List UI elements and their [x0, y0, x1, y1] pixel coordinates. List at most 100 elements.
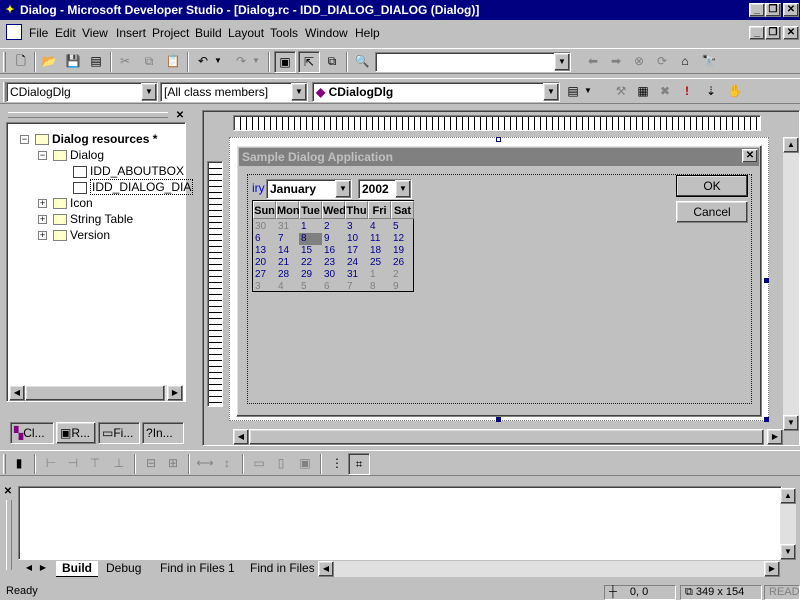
calendar-day[interactable]: 9 [322, 233, 345, 245]
tree-root[interactable]: Dialog resources * [35, 131, 157, 147]
wizard-action-icon[interactable]: ▤ [562, 81, 584, 103]
menu-help[interactable]: Help [355, 26, 380, 40]
find-in-files-icon[interactable]: 🔍 [351, 51, 373, 73]
center-horizontal-icon[interactable]: ⊞ [162, 453, 184, 475]
cancel-button[interactable]: Cancel [676, 201, 748, 223]
find-combo-dropdown-icon[interactable]: ▼ [554, 53, 570, 71]
maximize-button[interactable]: ❐ [765, 3, 781, 17]
month-combo[interactable]: January ▼ [266, 179, 352, 199]
tab-infoview[interactable]: ?In... [142, 422, 184, 444]
new-text-file-icon[interactable]: 🗋 [10, 51, 32, 73]
back-arrow-icon[interactable]: ⬅ [582, 51, 604, 73]
output-close-icon[interactable]: ✕ [2, 486, 14, 498]
calendar-day[interactable]: 6 [322, 281, 345, 293]
window-list-icon[interactable]: ⧉ [321, 51, 343, 73]
class-combo[interactable]: CDialogDlg ▼ [6, 82, 158, 102]
workspace-close-icon[interactable]: ✕ [174, 110, 186, 122]
align-left-icon[interactable]: ⊢ [40, 453, 62, 475]
redo-icon[interactable]: ↷ [230, 51, 252, 73]
undo-icon[interactable]: ↶ [192, 51, 214, 73]
calendar-day[interactable]: 12 [391, 233, 414, 245]
execute-icon[interactable]: ! [676, 81, 698, 103]
workspace-grip[interactable] [8, 112, 168, 118]
calendar-day[interactable]: 4 [276, 281, 299, 293]
calendar-day[interactable]: 8 [368, 281, 391, 293]
test-dialog-icon[interactable]: ▮ [8, 453, 30, 475]
stop-build-icon[interactable]: ✖ [654, 81, 676, 103]
document-icon[interactable] [6, 24, 22, 40]
menu-tools[interactable]: Tools [270, 26, 298, 40]
scroll-down-icon[interactable]: ▼ [783, 415, 799, 431]
calendar-day[interactable]: 8 [299, 233, 322, 245]
hand-icon[interactable]: ✋ [724, 81, 746, 103]
tab-build[interactable]: Build [56, 561, 98, 577]
tab-fileview[interactable]: ▭Fi... [98, 422, 140, 444]
calendar-day[interactable]: 1 [299, 221, 322, 233]
expand-icon[interactable]: + [38, 231, 47, 240]
menu-edit[interactable]: Edit [55, 26, 76, 40]
toolbar-grip[interactable] [3, 454, 6, 474]
doc-restore-button[interactable]: ❐ [765, 26, 781, 40]
calendar-day[interactable]: 13 [253, 245, 276, 257]
scroll-up-icon[interactable]: ▲ [783, 137, 799, 153]
tree-node-string-table[interactable]: String Table [53, 211, 133, 227]
doc-close-button[interactable]: ✕ [783, 26, 799, 40]
space-across-icon[interactable]: ⟷ [194, 453, 216, 475]
class-combo-dropdown-icon[interactable]: ▼ [141, 83, 157, 101]
workspace-toggle-icon[interactable]: ▣ [274, 51, 296, 73]
scroll-left-icon[interactable]: ◀ [9, 385, 25, 401]
search-web-icon[interactable]: 🔭 [698, 51, 720, 73]
scroll-up-icon[interactable]: ▲ [780, 488, 796, 504]
scroll-down-icon[interactable]: ▼ [780, 544, 796, 560]
expand-icon[interactable]: + [38, 199, 47, 208]
scroll-right-icon[interactable]: ▶ [764, 561, 780, 577]
tree-node-icon[interactable]: Icon [53, 195, 93, 211]
collapse-icon[interactable]: − [38, 151, 47, 160]
menu-build[interactable]: Build [195, 26, 222, 40]
calendar-day[interactable]: 4 [368, 221, 391, 233]
calendar-day[interactable]: 18 [368, 245, 391, 257]
align-top-icon[interactable]: ⊤ [84, 453, 106, 475]
minimize-button[interactable]: _ [749, 3, 765, 17]
cut-icon[interactable]: ✂ [114, 51, 136, 73]
menu-insert[interactable]: Insert [116, 26, 146, 40]
dialog-close-button[interactable]: ✕ [742, 149, 758, 163]
tab-resourceview[interactable]: ▣R... [56, 422, 96, 444]
filter-combo[interactable]: [All class members] ▼ [160, 82, 308, 102]
year-combo[interactable]: 2002 ▼ [358, 179, 412, 199]
build-icon[interactable]: ⚒ [610, 81, 632, 103]
space-down-icon[interactable]: ↕ [216, 453, 238, 475]
collapse-icon[interactable]: − [20, 135, 29, 144]
calendar-day[interactable]: 5 [299, 281, 322, 293]
output-horizontal-scrollbar[interactable]: ◀ ▶ [318, 561, 780, 577]
wizard-action-dropdown-icon[interactable]: ▼ [582, 81, 594, 103]
calendar-day[interactable]: 22 [299, 257, 322, 269]
output-grip[interactable] [6, 500, 12, 570]
calendar-day[interactable]: 21 [276, 257, 299, 269]
open-folder-icon[interactable]: 📂 [38, 51, 60, 73]
save-icon[interactable]: 💾 [62, 51, 84, 73]
member-combo-dropdown-icon[interactable]: ▼ [543, 83, 559, 101]
toggle-guides-icon[interactable]: ⌗ [348, 453, 370, 475]
scroll-left-icon[interactable]: ◀ [318, 561, 334, 577]
save-all-icon[interactable]: ▤ [85, 51, 107, 73]
calendar-day[interactable]: 11 [368, 233, 391, 245]
menu-window[interactable]: Window [305, 26, 348, 40]
stop-icon[interactable]: ⊗ [628, 51, 650, 73]
calendar-day[interactable]: 3 [253, 281, 276, 293]
tree-node-dialog[interactable]: Dialog [53, 147, 104, 163]
app-icon[interactable]: ✦ [2, 2, 18, 18]
scroll-thumb[interactable] [249, 429, 764, 445]
doc-minimize-button[interactable]: _ [749, 26, 765, 40]
tree-node-version[interactable]: Version [53, 227, 110, 243]
calendar-day[interactable]: 7 [345, 281, 368, 293]
editor-vertical-scrollbar[interactable]: ▲ ▼ [783, 137, 799, 431]
menu-project[interactable]: Project [152, 26, 189, 40]
output-vertical-scrollbar[interactable]: ▲ ▼ [780, 488, 796, 560]
calendar-day[interactable]: 26 [391, 257, 414, 269]
insert-breakpoint-icon[interactable]: ⇣ [700, 81, 722, 103]
calendar-day[interactable]: 31 [276, 221, 299, 233]
align-bottom-icon[interactable]: ⊥ [108, 453, 130, 475]
editor-horizontal-scrollbar[interactable]: ◀ ▶ [233, 429, 783, 445]
selection-handle[interactable] [764, 417, 769, 422]
